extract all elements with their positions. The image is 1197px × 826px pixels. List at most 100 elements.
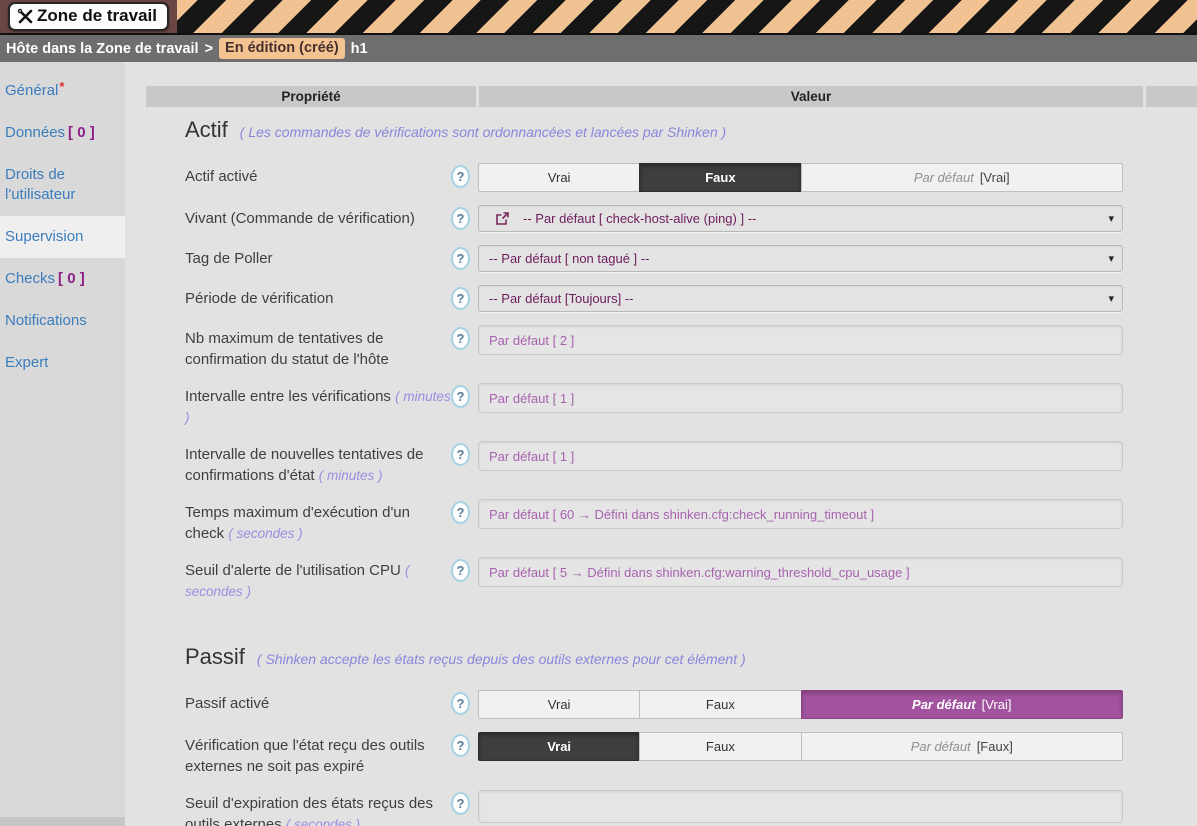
toggle-default-value: [Vrai] [980, 170, 1010, 185]
section-passif: Passif ( Shinken accepte les états reçus… [125, 642, 1197, 826]
property-label: Passif activé [185, 690, 451, 714]
property-label: Temps maximum d'exécution d'un check ( s… [185, 499, 451, 544]
property-row-timeout: Temps maximum d'exécution d'un check ( s… [125, 499, 1197, 544]
unit-label: ( secondes ) [286, 817, 360, 826]
select-value: -- Par défaut [ non tagué ] -- [489, 251, 1108, 266]
sidebar-item-supervision[interactable]: Supervision [0, 216, 125, 258]
poller-tag-select[interactable]: -- Par défaut [ non tagué ] -- ▾ [478, 245, 1123, 272]
help-icon[interactable]: ? [451, 385, 470, 408]
help-icon[interactable]: ? [451, 501, 470, 524]
sidebar-item-label: Checks [5, 270, 55, 287]
toggle-default-value: [Faux] [977, 739, 1013, 754]
topbar-left-block: Zone de travail [0, 0, 177, 33]
breadcrumb-path-link[interactable]: Hôte dans la Zone de travail [6, 41, 199, 57]
property-label: Actif activé [185, 163, 451, 187]
help-icon[interactable]: ? [451, 327, 470, 350]
property-row-vivant: Vivant (Commande de vérification) ? [125, 205, 1197, 232]
sidebar: Général* Données[ 0 ] Droits de l'utilis… [0, 62, 125, 826]
sidebar-item-label: Général [5, 82, 58, 99]
retry-interval-input[interactable] [478, 441, 1123, 471]
section-note-passif: ( Shinken accepte les états reçus depuis… [257, 644, 746, 674]
toggle-default-button[interactable]: Par défaut [Vrai] [801, 690, 1124, 719]
sidebar-item-checks[interactable]: Checks[ 0 ] [0, 258, 125, 300]
toggle-default-button[interactable]: Par défaut [Faux] [801, 732, 1124, 761]
sidebar-item-label: Expert [5, 354, 48, 371]
help-icon[interactable]: ? [451, 792, 470, 815]
property-label: Intervalle entre les vérifications ( min… [185, 383, 451, 428]
toggle-default-button[interactable]: Par défaut [Vrai] [801, 163, 1124, 192]
breadcrumb: Hôte dans la Zone de travail > En éditio… [0, 35, 1197, 62]
property-row-freshness-check: Vérification que l'état reçu des outils … [125, 732, 1197, 777]
count-badge: [ 0 ] [58, 270, 85, 287]
toggle-group-passif-active: Vrai Faux Par défaut [Vrai] [478, 690, 1123, 719]
sidebar-item-label: Notifications [5, 312, 87, 329]
sidebar-item-general[interactable]: Général* [0, 66, 125, 112]
toggle-faux-button[interactable]: Faux [639, 163, 801, 192]
hazard-stripes-topbar: Zone de travail [0, 0, 1197, 35]
unit-label: ( minutes ) [319, 468, 383, 483]
property-row-tag-poller: Tag de Poller ? -- Par défaut [ non tagu… [125, 245, 1197, 272]
cpu-threshold-input[interactable] [478, 557, 1123, 587]
main-panel: Propriété Valeur Actif ( Les commandes d… [125, 62, 1197, 826]
help-icon[interactable]: ? [451, 734, 470, 757]
toggle-default-label: Par défaut [911, 739, 971, 754]
check-interval-input[interactable] [478, 383, 1123, 413]
help-icon[interactable]: ? [451, 207, 470, 230]
property-label: Tag de Poller [185, 245, 451, 269]
sidebar-item-label: Données [5, 124, 65, 141]
toggle-vrai-button[interactable]: Vrai [478, 732, 640, 761]
sidebar-item-droits[interactable]: Droits de l'utilisateur [0, 154, 125, 216]
section-title-actif: Actif [185, 115, 228, 145]
sidebar-item-donnees[interactable]: Données[ 0 ] [0, 112, 125, 154]
chevron-down-icon: ▾ [1108, 252, 1114, 265]
help-icon[interactable]: ? [451, 443, 470, 466]
required-marker: * [59, 79, 64, 94]
property-label: Période de vérification [185, 285, 451, 309]
property-label: Vérification que l'état reçu des outils … [185, 732, 451, 777]
sidebar-item-expert[interactable]: Expert [0, 342, 125, 384]
workspace-button-label: Zone de travail [37, 6, 157, 26]
property-row-nb-max: Nb maximum de tentatives de confirmation… [125, 325, 1197, 370]
help-icon[interactable]: ? [451, 692, 470, 715]
toggle-default-value: [Vrai] [982, 697, 1012, 712]
freshness-threshold-input[interactable] [478, 790, 1123, 823]
toggle-faux-button[interactable]: Faux [639, 732, 801, 761]
property-row-intervalle-retry: Intervalle de nouvelles tentatives de co… [125, 441, 1197, 486]
property-label: Vivant (Commande de vérification) [185, 205, 451, 229]
sidebar-item-label: Droits de l'utilisateur [5, 166, 75, 203]
help-icon[interactable]: ? [451, 287, 470, 310]
sidebar-item-notifications[interactable]: Notifications [0, 300, 125, 342]
toggle-default-label: Par défaut [912, 697, 976, 712]
toggle-vrai-button[interactable]: Vrai [478, 163, 640, 192]
table-header: Propriété Valeur [146, 86, 1197, 107]
max-attempts-input[interactable] [478, 325, 1123, 355]
status-badge: En édition (créé) [219, 38, 345, 59]
check-period-select[interactable]: -- Par défaut [Toujours] -- ▾ [478, 285, 1123, 312]
property-label: Seuil d'alerte de l'utilisation CPU ( se… [185, 557, 451, 602]
check-command-select[interactable]: -- Par défaut [ check-host-alive (ping) … [478, 205, 1123, 232]
column-header-value: Valeur [479, 86, 1143, 107]
property-label: Nb maximum de tentatives de confirmation… [185, 325, 451, 370]
toggle-faux-button[interactable]: Faux [639, 690, 801, 719]
crossed-tools-icon [17, 8, 34, 25]
section-actif: Actif ( Les commandes de vérifications s… [125, 115, 1197, 602]
count-badge: [ 0 ] [68, 124, 95, 141]
help-icon[interactable]: ? [451, 247, 470, 270]
workspace-button[interactable]: Zone de travail [8, 2, 169, 31]
property-label: Seuil d'expiration des états reçus des o… [185, 790, 451, 826]
column-header-spacer [1146, 86, 1197, 107]
help-icon[interactable]: ? [451, 559, 470, 582]
select-value: -- Par défaut [ check-host-alive (ping) … [523, 211, 1108, 226]
breadcrumb-separator: > [205, 41, 213, 57]
property-row-intervalle-verif: Intervalle entre les vérifications ( min… [125, 383, 1197, 428]
toggle-default-label: Par défaut [914, 170, 974, 185]
edited-item-name: h1 [351, 41, 368, 57]
chevron-down-icon: ▾ [1108, 292, 1114, 305]
select-value: -- Par défaut [Toujours] -- [489, 291, 1108, 306]
external-link-icon[interactable] [489, 211, 515, 226]
toggle-vrai-button[interactable]: Vrai [478, 690, 640, 719]
check-timeout-input[interactable] [478, 499, 1123, 529]
property-row-periode: Période de vérification ? -- Par défaut … [125, 285, 1197, 312]
help-icon[interactable]: ? [451, 165, 470, 188]
section-title-passif: Passif [185, 642, 245, 672]
